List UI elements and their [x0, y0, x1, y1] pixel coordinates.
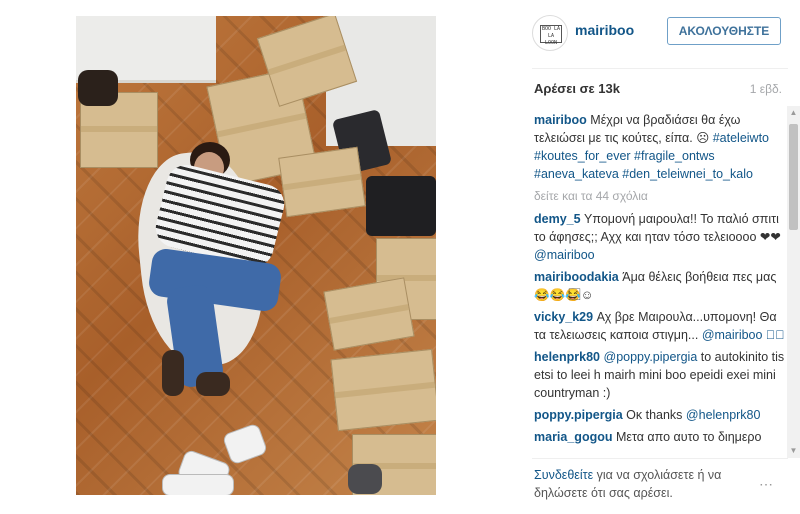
- comment-mention[interactable]: @poppy.pipergia: [604, 350, 698, 364]
- cardboard-box: [278, 146, 366, 218]
- scroll-up-arrow-icon[interactable]: ▲: [787, 106, 800, 120]
- avatar-logo: BOO LA LA LOON: [540, 25, 562, 46]
- comment-text: Οκ thanks: [626, 408, 683, 422]
- login-link[interactable]: Συνδεθείτε: [534, 468, 593, 482]
- author-username[interactable]: mairiboo: [575, 22, 634, 38]
- comment-username[interactable]: vicky_k29: [534, 310, 593, 324]
- dark-case: [366, 176, 436, 236]
- comment-item: demy_5 Υπομονή μαιρουλα!! Το παλιό σπιτι…: [534, 210, 786, 264]
- sneaker: [162, 474, 234, 495]
- comment-username[interactable]: maria_gogou: [534, 430, 613, 444]
- caption-username[interactable]: mairiboo: [534, 113, 587, 127]
- comment-item: helenprk80 @poppy.pipergia to autokinito…: [534, 348, 786, 402]
- comments-list: mairiboo Μέχρι να βραδιάσει θα έχω τελει…: [534, 111, 786, 456]
- comment-mention[interactable]: @mairiboo: [534, 248, 595, 262]
- view-all-comments-link[interactable]: δείτε και τα 44 σχόλια: [534, 187, 786, 205]
- comment-item: vicky_k29 Αχ βρε Μαιρουλα...υπομονη! Θα …: [534, 308, 786, 344]
- post-photo[interactable]: [76, 16, 436, 495]
- scroll-down-arrow-icon[interactable]: ▼: [787, 444, 800, 458]
- comment-mention[interactable]: @mairiboo ⃞⃞: [702, 328, 785, 342]
- post-time[interactable]: 1 εβδ.: [750, 82, 782, 96]
- bag: [348, 464, 382, 494]
- boot: [162, 350, 184, 396]
- post-header: BOO LA LA LOON mairiboo ΑΚΟΛΟΥΘΗΣΤΕ: [520, 0, 800, 62]
- comment-text: Μετα απο αυτο το διημερο: [615, 430, 762, 444]
- divider: [532, 458, 788, 459]
- login-prompt: Συνδεθείτε για να σχολιάσετε ή να δηλώσε…: [534, 466, 754, 502]
- caption: mairiboo Μέχρι να βραδιάσει θα έχω τελει…: [534, 111, 786, 183]
- more-options-icon[interactable]: ⋯: [759, 476, 774, 493]
- post-sidebar: BOO LA LA LOON mairiboo ΑΚΟΛΟΥΘΗΣΤΕ Αρέσ…: [520, 0, 800, 514]
- likes-count[interactable]: Αρέσει σε 13k: [534, 81, 620, 96]
- comments-scrollbar[interactable]: ▲ ▼: [787, 106, 800, 458]
- sandals: [78, 70, 118, 106]
- divider: [532, 68, 788, 69]
- comment-username[interactable]: poppy.pipergia: [534, 408, 623, 422]
- comment-item: mairiboodakia Άμα θέλεις βοήθεια πες μας…: [534, 268, 786, 304]
- comment-username[interactable]: mairiboodakia: [534, 270, 619, 284]
- cardboard-box: [330, 348, 436, 432]
- follow-button[interactable]: ΑΚΟΛΟΥΘΗΣΤΕ: [667, 17, 781, 45]
- boot: [196, 372, 230, 396]
- comment-username[interactable]: demy_5: [534, 212, 581, 226]
- comment-item: poppy.pipergia Οκ thanks @helenprk80: [534, 406, 786, 424]
- avatar[interactable]: BOO LA LA LOON: [532, 15, 568, 51]
- comment-item: maria_gogou Μετα απο αυτο το διημερο: [534, 428, 786, 446]
- scroll-thumb[interactable]: [789, 124, 798, 230]
- post-modal: BOO LA LA LOON mairiboo ΑΚΟΛΟΥΘΗΣΤΕ Αρέσ…: [0, 0, 800, 514]
- comment-username[interactable]: helenprk80: [534, 350, 600, 364]
- comment-mention[interactable]: @helenprk80: [686, 408, 761, 422]
